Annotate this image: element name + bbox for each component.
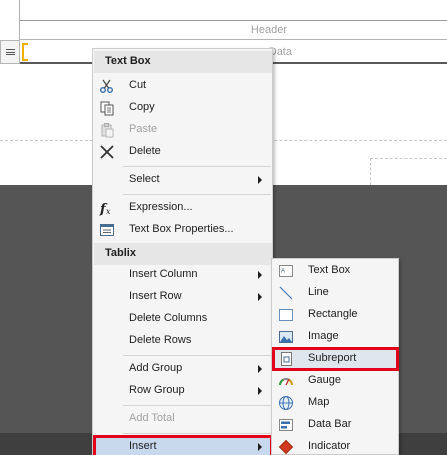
submenu-arrow-icon [258,443,262,451]
menu-item-label: Cut [129,79,147,91]
menu-item-label: Copy [129,101,155,113]
scissors-icon [99,78,115,94]
submenu-arrow-icon [258,176,262,184]
menu-separator [123,194,271,195]
menu-item-label: Delete Columns [129,312,208,324]
submenu-item-line[interactable]: Line [273,282,398,304]
menu-item-copy[interactable]: Copy [94,97,272,119]
svg-text:x: x [106,207,111,216]
menu-item-delete-rows[interactable]: Delete Rows [94,330,272,352]
submenu-item-label: Rectangle [308,308,358,320]
svg-text:A: A [281,269,285,275]
menu-section-textbox: Text Box [94,51,272,73]
menu-item-textbox-properties[interactable]: Text Box Properties... [94,219,272,241]
submenu-item-textbox[interactable]: A Text Box [273,260,398,282]
menu-item-label: Add Total [129,412,175,424]
menu-separator [123,405,271,406]
submenu-item-label: Subreport [308,352,357,364]
submenu-item-label: Indicator [308,440,351,452]
gauge-icon [278,373,294,389]
menu-separator [123,433,271,434]
submenu-item-label: Line [308,286,329,298]
submenu-arrow-icon [258,293,262,301]
row-handle-header[interactable] [0,0,20,40]
menu-item-insert-column[interactable]: Insert Column [94,264,272,286]
submenu-arrow-icon [258,271,262,279]
submenu-item-label: Text Box [308,264,351,276]
submenu-item-databar[interactable]: Data Bar [273,414,398,436]
context-menu: Text Box Cut Copy Paste Delete Select fx [92,48,273,455]
line-icon [278,285,294,301]
header-row-label: Header [250,24,287,36]
menu-item-select[interactable]: Select [94,169,272,191]
menu-item-label: Text Box Properties... [129,223,234,235]
insert-submenu: A Text Box Line Rectangle Image Subrepor… [271,258,399,455]
menu-item-row-group[interactable]: Row Group [94,380,272,402]
menu-item-label: Delete Rows [129,334,192,346]
submenu-item-gauge[interactable]: Gauge [273,370,398,392]
menu-item-label: Select [129,173,160,185]
fx-icon: fx [99,200,115,216]
menu-item-cut[interactable]: Cut [94,75,272,97]
submenu-item-label: Data Bar [308,418,352,430]
menu-section-tablix: Tablix [94,243,272,265]
selected-textbox-handle[interactable] [22,43,28,61]
databar-icon [278,417,294,433]
submenu-item-image[interactable]: Image [273,326,398,348]
submenu-item-label: Gauge [308,374,342,386]
submenu-item-label: Map [308,396,330,408]
tablix-header-row[interactable]: Header [20,20,447,40]
menu-section-title: Text Box [105,55,151,67]
image-icon [278,329,294,345]
subreport-icon [278,351,294,367]
menu-item-label: Delete [129,145,161,157]
row-handle-icon [5,49,15,55]
submenu-item-subreport[interactable]: Subreport [272,347,399,371]
menu-item-expression[interactable]: fx Expression... [94,197,272,219]
textbox-icon: A [278,263,294,279]
submenu-item-rectangle[interactable]: Rectangle [273,304,398,326]
row-handle-data[interactable] [0,40,20,64]
submenu-item-map[interactable]: Map [273,392,398,414]
menu-item-insert-row[interactable]: Insert Row [94,286,272,308]
menu-item-add-group[interactable]: Add Group [94,358,272,380]
paste-icon [99,122,115,138]
menu-separator [123,166,271,167]
menu-separator [123,355,271,356]
submenu-item-indicator[interactable]: Indicator [273,436,398,455]
submenu-item-label: Image [308,330,339,342]
submenu-arrow-icon [258,365,262,373]
menu-item-delete-columns[interactable]: Delete Columns [94,308,272,330]
menu-item-add-total[interactable]: Add Total [94,408,272,430]
menu-item-delete[interactable]: Delete [94,141,272,163]
delete-x-icon [99,144,115,160]
page-footer-region[interactable] [370,158,447,185]
map-globe-icon [278,395,294,411]
menu-item-label: Insert Row [129,290,182,302]
menu-item-label: Expression... [129,201,193,213]
submenu-arrow-icon [258,387,262,395]
properties-icon [99,222,115,238]
menu-item-label: Insert [129,440,157,452]
menu-item-label: Add Group [129,362,183,374]
rectangle-icon [278,307,294,323]
indicator-icon [278,439,294,455]
menu-item-paste[interactable]: Paste [94,119,272,141]
menu-item-label: Paste [129,123,158,135]
menu-section-title: Tablix [105,247,136,259]
copy-icon [99,100,115,116]
menu-item-label: Row Group [129,384,185,396]
menu-item-label: Insert Column [129,268,198,280]
menu-item-insert[interactable]: Insert [93,435,273,455]
